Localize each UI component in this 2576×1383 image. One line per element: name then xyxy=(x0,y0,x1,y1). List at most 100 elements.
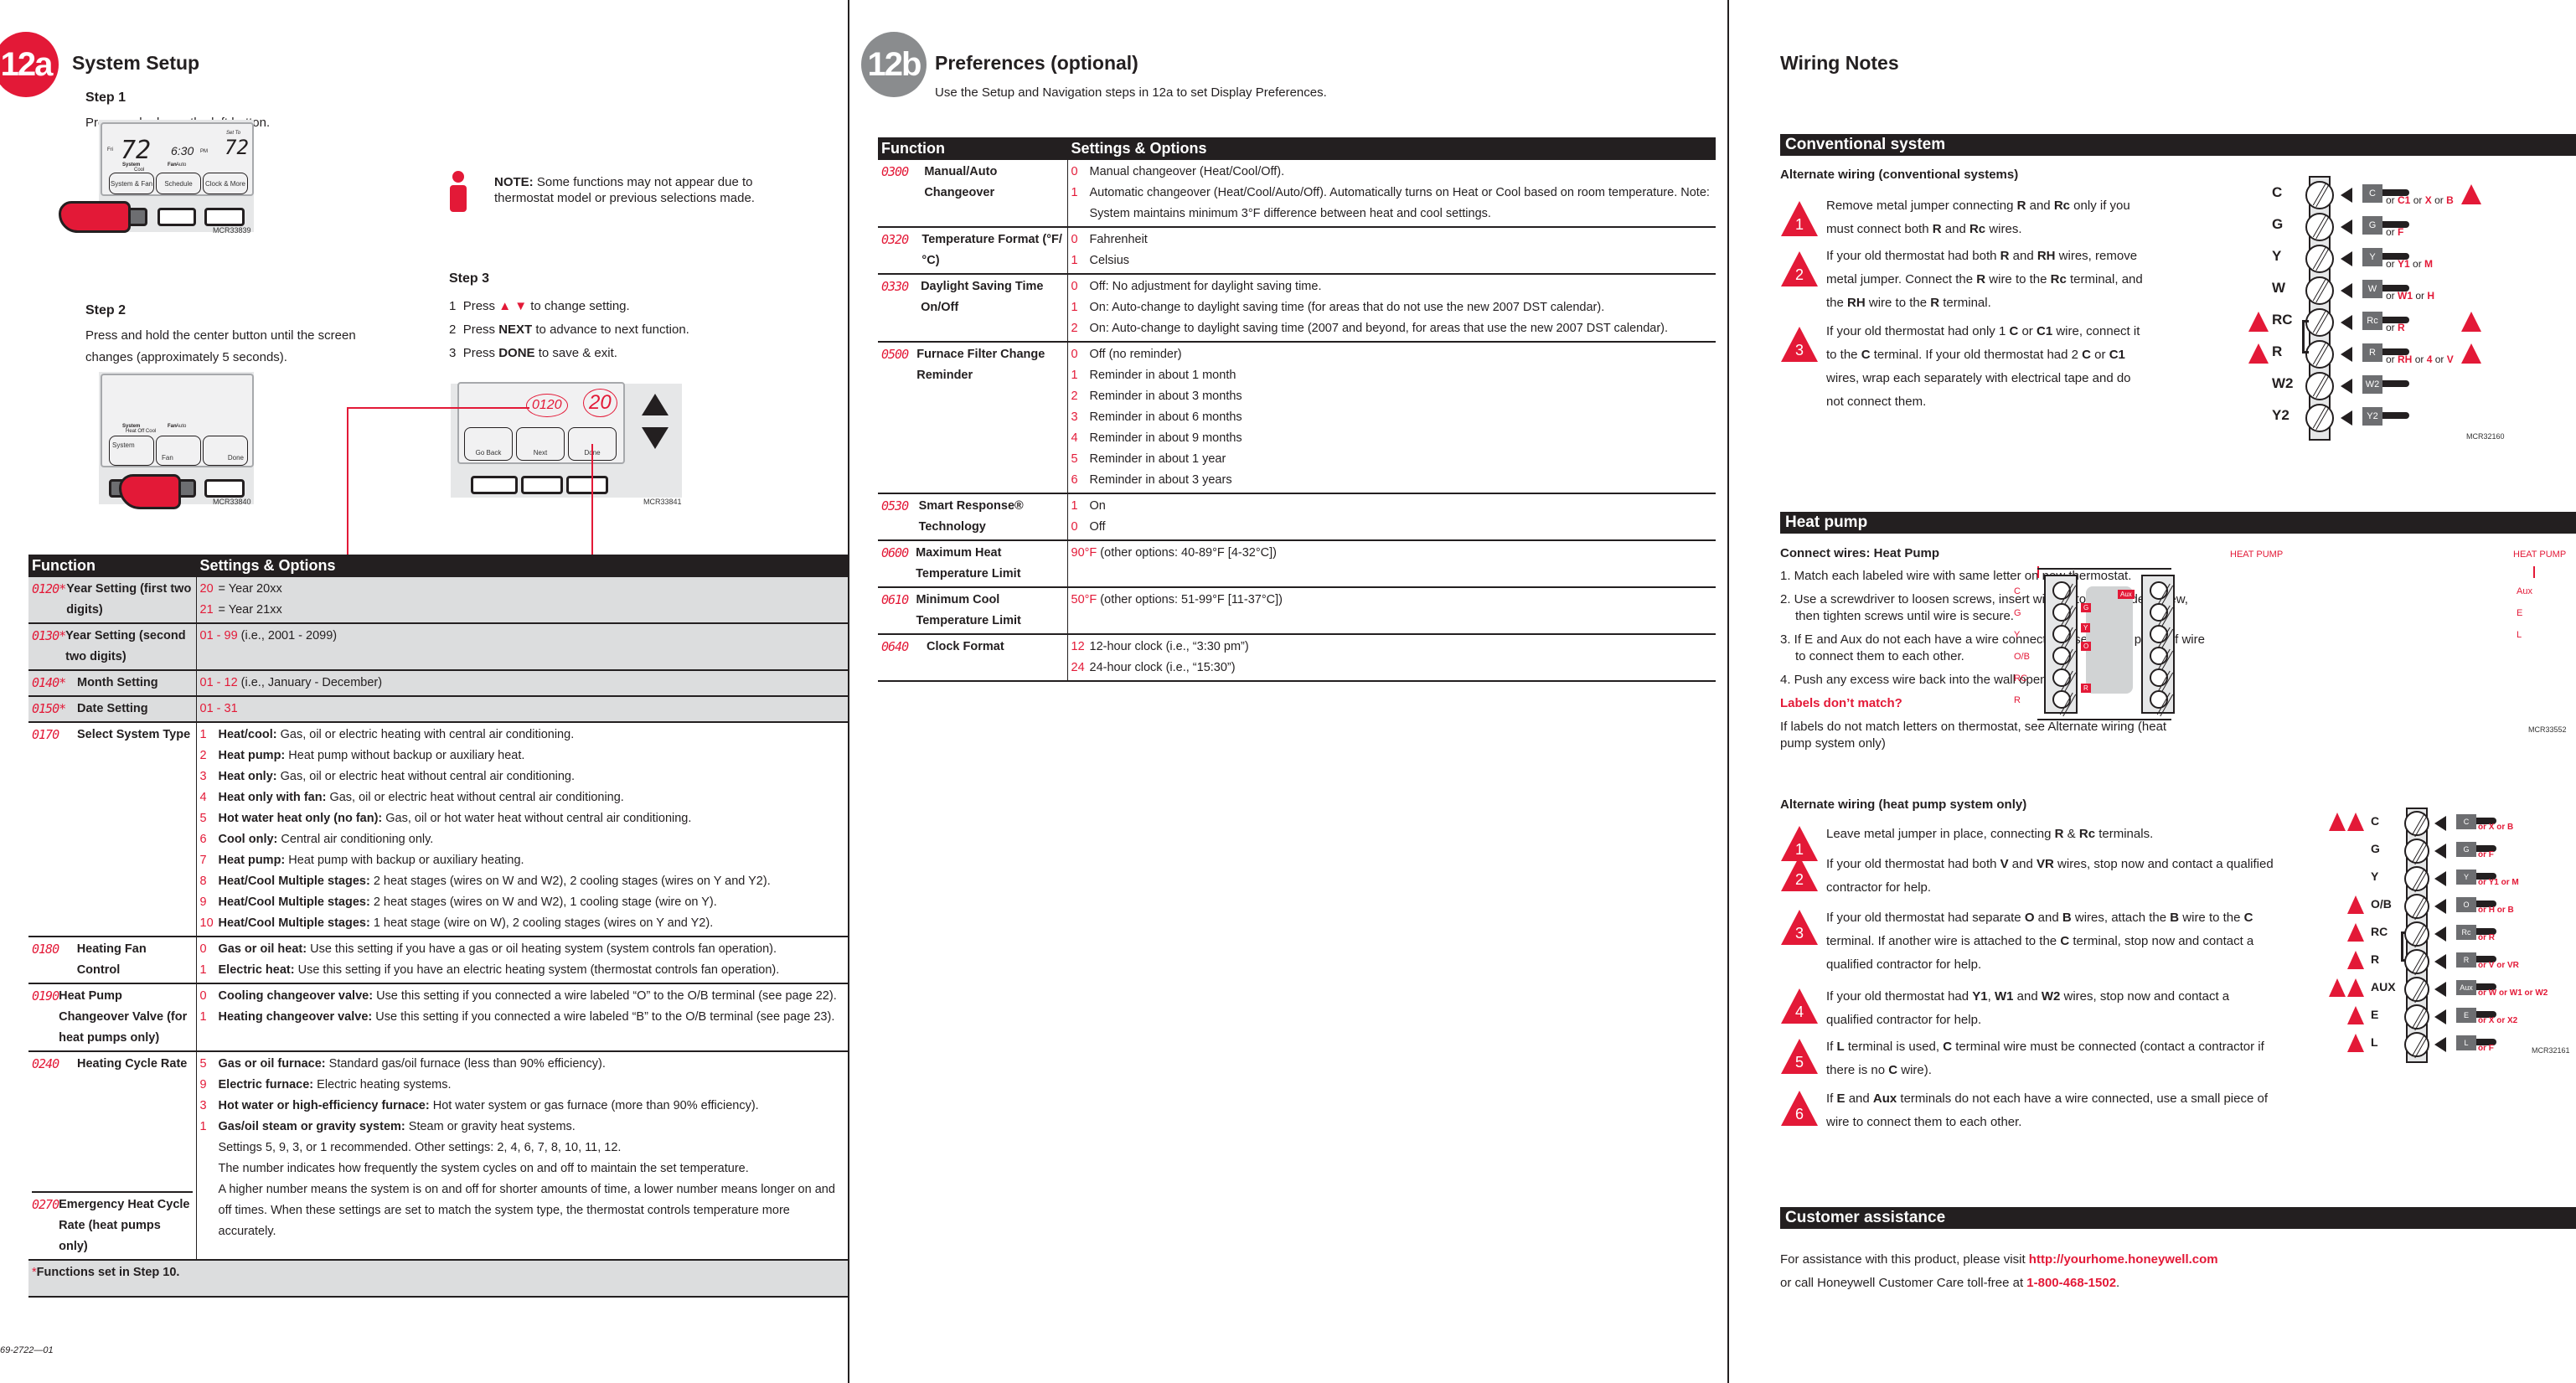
table-row: 0240 Heating Cycle Rate 0270 Emergency Hea… xyxy=(28,1051,848,1260)
wire-tag: G xyxy=(2081,603,2092,612)
callout-line xyxy=(347,407,348,558)
section-bar-conventional: Conventional system xyxy=(1780,134,2576,156)
warning-triangle-icon xyxy=(2461,343,2481,364)
function-name: Manual/Auto Changeover xyxy=(924,165,998,199)
warning-triangle-icon xyxy=(2329,978,2346,997)
step2-text: Press and hold the center button until t… xyxy=(85,328,356,364)
heat-pump-subtitle: Connect wires: Heat Pump xyxy=(1780,546,1940,560)
screw-icon xyxy=(2404,949,2429,974)
hardware-button-center[interactable] xyxy=(157,208,196,226)
screw-icon xyxy=(2305,404,2334,432)
option: 10 Heat/Cool Multiple stages: 1 heat stag… xyxy=(199,916,714,930)
screen-button-done[interactable]: Done xyxy=(203,436,248,466)
screw-icon xyxy=(2305,276,2334,305)
option: 1 Reminder in about 1 month xyxy=(1071,369,1236,382)
step3-heading: Step 3 xyxy=(449,271,490,286)
alt-heat-pump-note: Leave metal jumper in place, connecting … xyxy=(1826,827,2154,841)
alternate-label: or C1 or X or B xyxy=(2386,194,2454,206)
screen-button-schedule[interactable]: Schedule xyxy=(156,173,201,194)
terminal-label: G xyxy=(2272,216,2284,232)
option: 1 Heat/cool: Gas, oil or electric heating… xyxy=(199,728,575,741)
screw-icon xyxy=(2052,603,2071,622)
support-phone[interactable]: 1-800-468-1502 xyxy=(2026,1276,2116,1290)
arrow-icon xyxy=(2434,926,2446,942)
page-title: System Setup xyxy=(72,52,200,74)
terminal-label: R xyxy=(2014,695,2021,705)
alt-heat-pump-note: If E and Aux terminals do not each have … xyxy=(1826,1091,2268,1129)
option: 0 Manual changeover (Heat/Cool/Off). xyxy=(1071,165,1285,178)
option: 0 Gas or oil heat: Use this setting if yo… xyxy=(199,942,777,956)
function-code: 0300 xyxy=(881,164,909,179)
screw-icon xyxy=(2150,647,2168,665)
arrow-icon xyxy=(2434,1037,2446,1052)
step-badge-12b: 12b xyxy=(861,32,927,97)
wire-tag: O xyxy=(2456,897,2476,912)
up-arrow-button[interactable] xyxy=(642,394,669,415)
wire-tag: G xyxy=(2362,216,2382,235)
table-row: 0170 Select System Type 1 Heat/cool: Gas, … xyxy=(28,722,848,937)
screw-icon xyxy=(2305,245,2334,273)
info-icon xyxy=(449,171,467,213)
step-badge-12a: 12a xyxy=(0,32,59,97)
terminal-label: W2 xyxy=(2272,375,2294,391)
alternate-label: or RH or 4 or V xyxy=(2386,353,2454,365)
conventional-note: If your old thermostat had only 1 C or C… xyxy=(1826,324,2140,409)
screen-button-next[interactable]: Next xyxy=(516,427,565,461)
screen-button-go-back[interactable]: Go Back xyxy=(464,427,513,461)
table-row: 0120* Year Setting (first two digits) 20 =… xyxy=(28,577,848,623)
option: 5 Hot water heat only (no fan): Gas, oil … xyxy=(199,812,692,825)
option: 01 - 99 (i.e., 2001 - 2099) xyxy=(199,629,338,642)
function-name: Emergency Heat Cycle Rate (heat pumps on… xyxy=(59,1198,190,1253)
function-code: 0240 xyxy=(32,1056,59,1071)
support-url-link[interactable]: http://yourhome.honeywell.com xyxy=(2029,1252,2218,1267)
hardware-button-right[interactable] xyxy=(204,208,245,226)
table-row: 0320 Temperature Format (°F/°C) 0 Fahrenhe… xyxy=(878,227,1716,274)
terminal-label: O/B xyxy=(2371,897,2392,911)
wire-tag: G xyxy=(2456,842,2476,857)
terminal-label: E xyxy=(2371,1008,2379,1021)
table-row: 0150* Date Setting 01 - 31 xyxy=(28,696,848,722)
screen-button-system[interactable]: System xyxy=(109,436,154,466)
set-temp: 72 xyxy=(225,136,249,159)
option: 3 Heat only: Gas, oil or electric heat wi… xyxy=(199,770,576,783)
terminal-label: L xyxy=(2517,630,2522,640)
down-arrow-button[interactable] xyxy=(642,427,669,449)
screw-icon xyxy=(2150,603,2168,622)
screw-icon xyxy=(2150,690,2168,709)
step3-item: 3 Press DONE to save & exit. xyxy=(449,346,617,360)
alternate-label: or W1 or H xyxy=(2386,290,2435,302)
conventional-subtitle: Alternate wiring (conventional systems) xyxy=(1780,168,2019,182)
function-code: 0170 xyxy=(32,727,59,742)
terminal-label: Aux xyxy=(2517,586,2532,596)
screen-button-clock-more[interactable]: Clock & More xyxy=(203,173,248,194)
screw-icon xyxy=(2404,894,2429,919)
terminal-label: Y xyxy=(2014,630,2021,640)
hardware-button-right-3[interactable] xyxy=(566,476,608,494)
hardware-button-center-3[interactable] xyxy=(521,476,563,494)
option: 0 Fahrenheit xyxy=(1071,233,1148,246)
warning-triangle-icon xyxy=(2248,312,2269,332)
screw-icon xyxy=(2305,213,2334,241)
alternate-label: or X or B xyxy=(2478,823,2514,832)
warning-triangle-icon xyxy=(2248,343,2269,364)
indoor-temp: 72 xyxy=(121,136,152,165)
cycle-note: The number indicates how frequently the … xyxy=(218,1162,749,1175)
function-code: 0640 xyxy=(881,639,909,654)
hardware-button-left-3[interactable] xyxy=(471,476,518,494)
option: 1 Gas/oil steam or gravity system: Steam … xyxy=(199,1120,576,1133)
function-code: 0190 xyxy=(32,988,59,1004)
arrow-icon xyxy=(2341,219,2352,235)
screen-button-system-fan[interactable]: System & Fan xyxy=(109,173,154,194)
function-code: 0140* xyxy=(32,675,66,690)
option: 9 Heat/Cool Multiple stages: 2 heat stage… xyxy=(199,895,717,909)
screen-button-fan[interactable]: Fan xyxy=(156,436,201,466)
terminal-label: C xyxy=(2272,184,2283,200)
terminal-label: O/B xyxy=(2014,652,2030,662)
terminal-label: RC xyxy=(2014,673,2027,684)
hardware-button-right-2[interactable] xyxy=(204,479,245,498)
warning-triangle-icon xyxy=(2329,813,2346,831)
clock-time: 6:30 xyxy=(171,144,194,157)
page-12b: 12b Preferences (optional) Use the Setup… xyxy=(849,0,1727,1383)
alternate-label: or H or B xyxy=(2478,906,2514,915)
option: 0 Off (no reminder) xyxy=(1071,348,1182,361)
